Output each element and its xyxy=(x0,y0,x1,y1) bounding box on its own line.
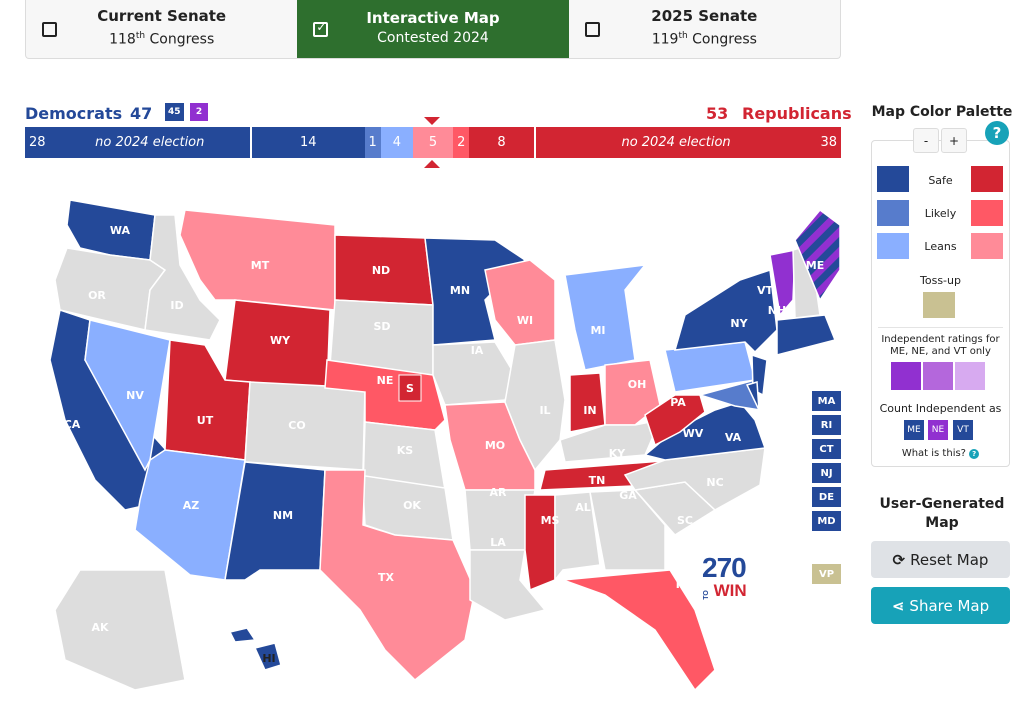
checkbox-icon[interactable] xyxy=(42,22,57,37)
state-button-ri[interactable]: RI xyxy=(812,415,841,435)
bar-segment-note: no 2024 election xyxy=(621,135,731,150)
logo-win: WIN xyxy=(713,581,747,600)
checkbox-icon[interactable] xyxy=(584,22,600,37)
state-mt[interactable] xyxy=(179,209,336,311)
bar-segment-count: 8 xyxy=(497,135,506,150)
bar-segment-dem-safe: 14 xyxy=(250,127,365,158)
logo-number: 270 xyxy=(702,552,747,583)
balance-of-power-bar: 28 no 2024 election 14 1 4 5 2 8 no 2024 electio… xyxy=(25,127,841,158)
tab-subtitle: 118th Congress xyxy=(109,31,215,48)
swatch-leans-independent[interactable] xyxy=(955,362,985,390)
swatch-tossup[interactable] xyxy=(923,292,955,318)
bar-segment-count: 4 xyxy=(392,135,401,150)
bar-segment-rep-safe: 8 xyxy=(469,127,534,158)
label-tossup: Toss-up xyxy=(920,274,961,287)
palette-zoom-out-button[interactable]: - xyxy=(913,128,939,153)
us-senate-map: S WA OR CA NV ID MT WY UT AZ CO NM ND SD NE KS OK TX MN IA M… xyxy=(25,170,855,702)
reset-map-button[interactable]: ⟳ Reset Map xyxy=(871,541,1010,578)
republicans-label: Republicans xyxy=(742,104,852,123)
checkbox-checked-icon[interactable] xyxy=(313,20,329,37)
tab-title: 2025 Senate xyxy=(651,7,758,26)
bar-segment-count: 14 xyxy=(299,135,317,150)
state-button-ct[interactable]: CT xyxy=(812,439,841,459)
270towin-logo: 270 TO WIN xyxy=(702,553,758,603)
share-icon: ⋖ xyxy=(891,596,905,615)
tab-title: Current Senate xyxy=(97,7,227,26)
state-button-ma[interactable]: MA xyxy=(812,391,841,411)
state-fl[interactable] xyxy=(562,569,716,692)
majority-marker-top-icon xyxy=(424,117,440,125)
nebraska-special-election-box[interactable] xyxy=(398,374,422,402)
state-button-nj[interactable]: NJ xyxy=(812,463,841,483)
state-ny[interactable] xyxy=(673,268,778,354)
bar-segment-dem-likely: 1 xyxy=(364,127,381,158)
majority-marker-bottom-icon xyxy=(424,160,440,168)
tab-title: Interactive Map xyxy=(366,9,500,27)
bar-segment-count: 38 xyxy=(820,135,837,150)
palette-title: Map Color Palette xyxy=(871,104,1013,120)
bar-segment-dem-no-election: 28 no 2024 election xyxy=(25,127,250,158)
independent-seats-badge: 2 xyxy=(190,103,208,121)
count-as-ne-button[interactable]: NE xyxy=(928,420,948,440)
bar-segment-dem-leans: 4 xyxy=(380,127,413,158)
count-independent-label: Count Independent as xyxy=(879,402,1002,415)
label-safe: Safe xyxy=(928,174,953,187)
state-ia[interactable] xyxy=(432,341,516,406)
state-button-md[interactable]: MD xyxy=(812,511,841,531)
refresh-icon: ⟳ xyxy=(892,550,906,569)
help-icon: ? xyxy=(969,449,980,459)
logo-to: TO xyxy=(702,590,710,600)
republicans-total: 53 xyxy=(706,104,729,123)
state-wi[interactable] xyxy=(484,259,556,346)
count-as-vt-button[interactable]: VT xyxy=(953,420,973,440)
bar-segment-count: 5 xyxy=(428,135,438,150)
state-hi[interactable] xyxy=(228,627,257,643)
state-co[interactable] xyxy=(244,381,366,471)
bar-segment-note: no 2024 election xyxy=(95,135,205,150)
what-is-this-link[interactable]: What is this? ? xyxy=(871,448,1010,459)
state-hi[interactable] xyxy=(253,642,282,671)
tab-interactive-map[interactable]: Interactive Map Contested 2024 xyxy=(297,0,569,58)
bar-segment-rep-leans: 5 xyxy=(412,127,454,158)
count-as-me-button[interactable]: ME xyxy=(904,420,924,440)
bar-segment-rep-likely: 2 xyxy=(453,127,470,158)
swatch-likely-independent[interactable] xyxy=(923,362,953,390)
tab-subtitle: Contested 2024 xyxy=(377,30,489,46)
state-nd[interactable] xyxy=(334,234,434,306)
palette-divider xyxy=(878,327,1003,328)
democrat-seats-badge: 45 xyxy=(165,103,184,121)
state-ms[interactable] xyxy=(524,494,556,592)
label-likely: Likely xyxy=(924,207,957,220)
bar-segment-rep-no-election: no 2024 election 38 xyxy=(533,127,841,158)
share-map-button[interactable]: ⋖ Share Map xyxy=(871,587,1010,624)
democrats-total: 47 xyxy=(130,104,153,123)
palette-zoom-in-button[interactable]: + xyxy=(941,128,967,153)
tab-current-senate[interactable]: Current Senate 118th Congress xyxy=(26,0,297,58)
tab-2025-senate[interactable]: 2025 Senate 119th Congress xyxy=(569,0,840,58)
mode-tabs: Current Senate 118th Congress Interactiv… xyxy=(25,0,841,59)
tab-subtitle: 119th Congress xyxy=(651,31,757,48)
state-ak[interactable] xyxy=(54,569,186,691)
help-icon[interactable]: ? xyxy=(985,121,1009,145)
user-generated-map-title: User-Generated Map xyxy=(879,496,1005,531)
bar-segment-count: 2 xyxy=(457,135,466,150)
independent-ratings-note: Independent ratings for ME, NE, and VT o… xyxy=(881,334,1000,357)
label-leans: Leans xyxy=(924,240,957,253)
bar-segment-count: 28 xyxy=(29,135,46,150)
swatch-safe-independent[interactable] xyxy=(891,362,921,390)
vp-button[interactable]: VP xyxy=(812,564,841,584)
state-wy[interactable] xyxy=(224,299,331,391)
bar-segment-count: 1 xyxy=(368,135,377,150)
state-in[interactable] xyxy=(569,372,606,433)
state-button-de[interactable]: DE xyxy=(812,487,841,507)
state-new-england[interactable] xyxy=(776,314,837,356)
democrats-label: Democrats xyxy=(25,104,123,123)
state-mi[interactable] xyxy=(564,264,647,371)
